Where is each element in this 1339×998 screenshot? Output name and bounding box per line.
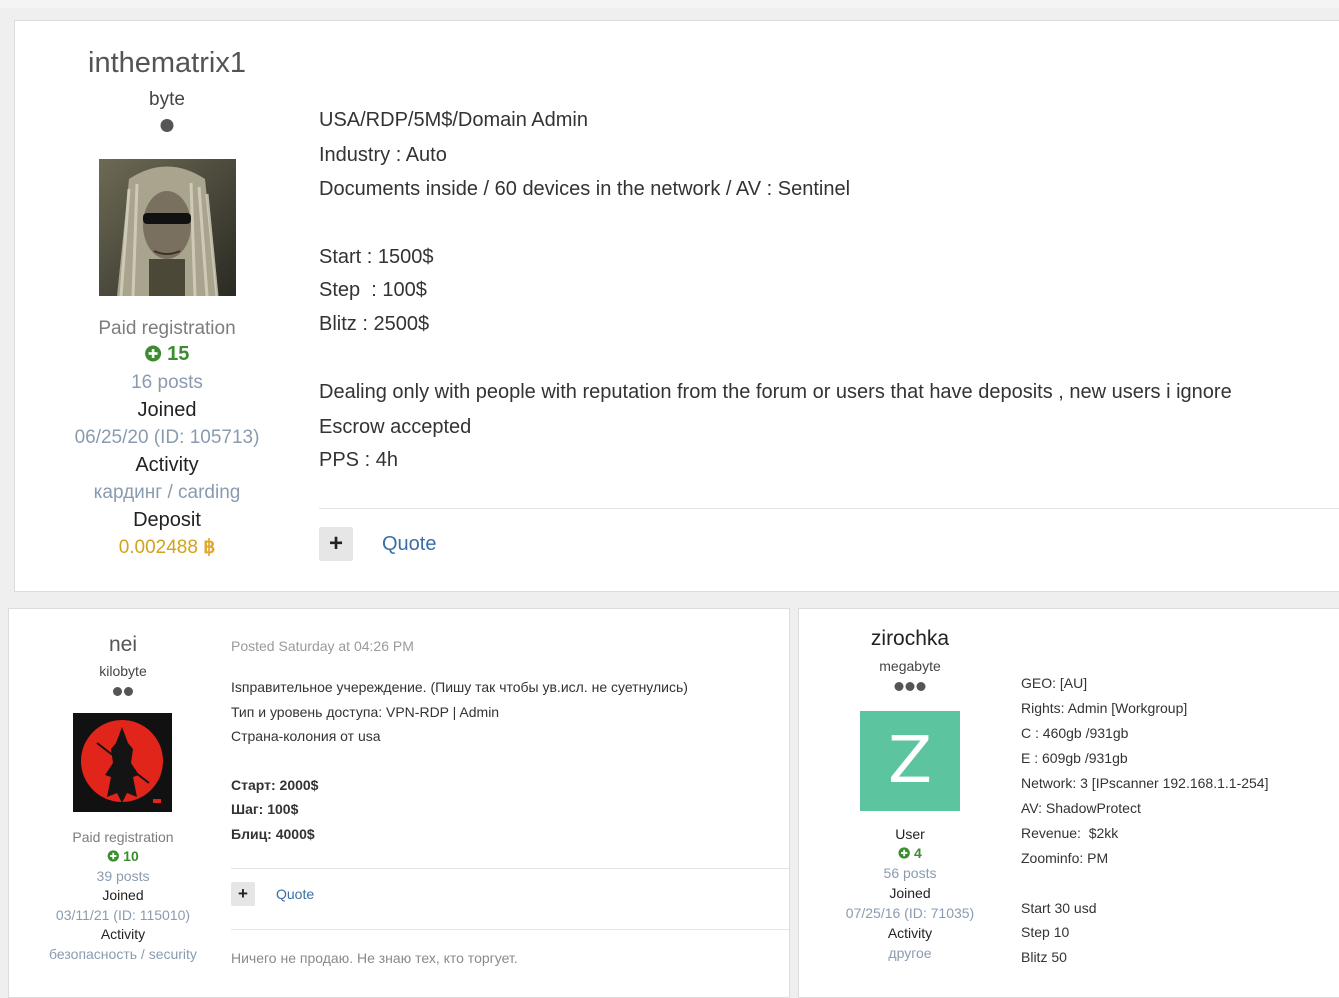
author-username[interactable]: nei: [109, 633, 137, 657]
plus-reputation-button[interactable]: +: [319, 527, 353, 561]
quote-button[interactable]: Quote: [382, 533, 436, 556]
rank-dots: [113, 687, 133, 696]
joined-value: 03/11/21 (ID: 115010): [55, 907, 191, 923]
post-line: Страна-колония от usa: [231, 728, 381, 744]
author-rank: kilobyte: [99, 663, 147, 679]
author-posts[interactable]: 39 posts: [97, 868, 150, 884]
activity-label: Activity: [100, 926, 146, 942]
author-avatar[interactable]: [73, 713, 172, 812]
avatar-image: [99, 159, 236, 296]
post-line: GEO: [AU]: [1021, 675, 1088, 691]
joined-value: 07/25/16 (ID: 71035): [845, 905, 975, 921]
post-line: USA/RDP/5M$/Domain Admin: [319, 109, 588, 131]
divider: [231, 868, 789, 869]
author-posts[interactable]: 56 posts: [884, 865, 937, 881]
activity-value: другое: [888, 945, 932, 961]
bitcoin-icon: ฿: [203, 537, 216, 558]
avatar-image: [73, 713, 172, 812]
author-group: Paid registration: [98, 318, 236, 339]
post-line: C : 460gb /931gb: [1021, 725, 1129, 741]
activity-label: Activity: [887, 925, 933, 941]
rank-dot: [916, 682, 926, 691]
plus-circle-icon: [107, 850, 119, 862]
post-line: Блиц: 4000$: [231, 826, 315, 842]
top-strip: [0, 0, 1339, 8]
reputation-value: 10: [123, 848, 139, 864]
rank-dots: [160, 119, 174, 132]
plus-circle-icon: [898, 847, 910, 859]
author-group: User: [895, 826, 925, 842]
deposit-label: Deposit: [133, 509, 201, 531]
divider: [231, 929, 789, 930]
activity-value: кардинг / carding: [93, 482, 241, 503]
deposit-amount: 0.002488: [118, 537, 198, 558]
post-card-nei: nei kilobyte Paid registration 10 39 pos…: [8, 608, 790, 998]
post-line: Industry : Auto: [319, 144, 447, 166]
post-line: Network: 3 [IPscanner 192.168.1.1-254]: [1021, 775, 1269, 791]
rank-dot: [124, 687, 133, 696]
divider: [319, 508, 1339, 509]
post-line: Blitz 50: [1021, 949, 1067, 965]
post-line: Шаг: 100$: [231, 801, 299, 817]
post-line: Іѕправительное учереждение. (Пишу так чт…: [231, 679, 688, 695]
author-rank: byte: [149, 89, 185, 110]
post-line: Dealing only with people with reputation…: [319, 381, 1232, 403]
author-avatar[interactable]: [99, 159, 236, 296]
author-group: Paid registration: [72, 829, 174, 845]
author-reputation: 4: [898, 845, 922, 861]
author-rank: megabyte: [879, 658, 941, 674]
author-reputation: 15: [145, 343, 190, 366]
post-line: Escrow accepted: [319, 416, 472, 438]
post-line: Старт: 2000$: [231, 777, 319, 793]
author-reputation: 10: [107, 848, 139, 864]
post-line: Revenue: $2kk: [1021, 825, 1119, 841]
reputation-value: 15: [167, 343, 190, 365]
post-line: Step : 100$: [319, 279, 427, 301]
joined-label: Joined: [102, 887, 144, 903]
joined-label: Joined: [137, 399, 197, 421]
rank-dot: [113, 687, 122, 696]
post-line: AV: ShadowProtect: [1021, 800, 1141, 816]
post-line: Rights: Admin [Workgroup]: [1021, 700, 1188, 716]
activity-value: безопасность / security: [49, 946, 197, 962]
rank-dot: [905, 682, 915, 691]
rank-dot: [160, 119, 174, 132]
post-date[interactable]: Posted Saturday at 04:26 PM: [231, 638, 414, 654]
joined-value: 06/25/20 (ID: 105713): [74, 427, 260, 448]
plus-circle-icon: [145, 345, 162, 362]
post-line: Start 30 usd: [1021, 900, 1097, 916]
post-line: PPS : 4h: [319, 449, 398, 471]
reputation-value: 4: [914, 845, 922, 861]
signature: Ничего не продаю. Не знаю тех, кто торгу…: [231, 950, 518, 966]
post-line: Тип и уровень доступа: VPN-RDP | Admin: [231, 704, 500, 720]
post-line: E : 609gb /931gb: [1021, 750, 1128, 766]
author-username[interactable]: inthematrix1: [88, 47, 246, 80]
author-avatar[interactable]: Z: [860, 711, 960, 811]
author-posts[interactable]: 16 posts: [131, 372, 203, 394]
post-card-zirochka: zirochka megabyte Z User 4 56 posts Join…: [798, 608, 1339, 998]
post-card-inthematrix1: inthematrix1 byte Paid registration 15 1…: [14, 20, 1339, 592]
quote-button[interactable]: Quote: [276, 886, 314, 902]
rank-dots: [894, 682, 926, 691]
plus-reputation-button[interactable]: +: [231, 882, 255, 906]
post-line: Blitz : 2500$: [319, 313, 430, 335]
post-line: Zoominfo: PM: [1021, 850, 1109, 866]
post-line: Documents inside / 60 devices in the net…: [319, 178, 851, 200]
post-line: Step 10: [1021, 924, 1070, 940]
rank-dot: [894, 682, 904, 691]
joined-label: Joined: [889, 885, 931, 901]
deposit-value: 0.002488 ฿: [119, 536, 216, 559]
activity-label: Activity: [135, 454, 199, 476]
author-username[interactable]: zirochka: [871, 627, 949, 651]
post-line: Start : 1500$: [319, 246, 434, 268]
